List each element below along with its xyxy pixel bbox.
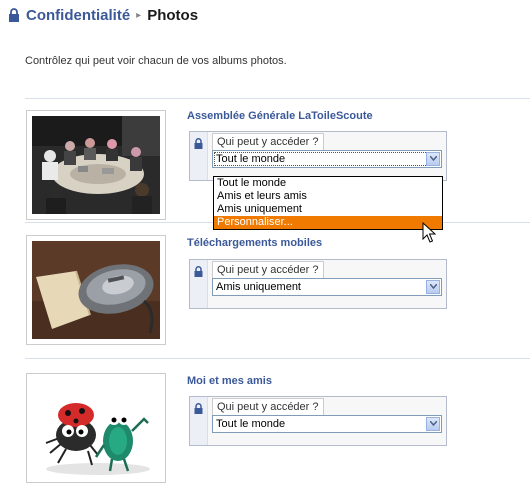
privacy-select[interactable]: Tout le monde [212,415,442,433]
privacy-setting: Qui peut y accéder ? Tout le monde [189,396,447,446]
breadcrumb-parent-link[interactable]: Confidentialité [26,7,130,24]
privacy-setting: Qui peut y accéder ? Amis uniquement [189,259,447,309]
privacy-label: Qui peut y accéder ? [212,398,324,416]
intro-text: Contrôlez qui peut voir chacun de vos al… [25,55,287,67]
mouse-pointer-icon [422,222,436,243]
lock-icon [194,403,203,414]
album-title[interactable]: Téléchargements mobiles [187,237,322,249]
dropdown-option[interactable]: Tout le monde [214,177,442,190]
dropdown-option-highlighted[interactable]: Personnaliser... [214,216,442,229]
album-thumbnail[interactable] [26,373,166,483]
album-thumbnail[interactable] [26,110,166,220]
privacy-select[interactable]: Tout le monde [212,150,442,168]
privacy-select-value: Tout le monde [216,153,286,165]
lock-icon [9,8,19,22]
chevron-down-icon[interactable] [426,152,440,166]
privacy-setting: Qui peut y accéder ? Tout le monde [189,131,447,181]
privacy-select-value: Amis uniquement [216,281,301,293]
album-title[interactable]: Assemblée Générale LaToileScoute [187,110,373,122]
breadcrumb-separator-icon: ▸ [136,9,142,21]
page-title: Photos [147,6,199,24]
privacy-dropdown-list[interactable]: Tout le monde Amis et leurs amis Amis un… [213,176,443,230]
privacy-lock-column [190,260,208,308]
breadcrumb: Confidentialité ▸ Photos [8,4,198,26]
divider [25,358,530,359]
chevron-down-icon[interactable] [426,280,440,294]
privacy-select[interactable]: Amis uniquement [212,278,442,296]
privacy-lock-column [190,397,208,445]
dropdown-option[interactable]: Amis et leurs amis [214,190,442,203]
bugs-cartoon [32,379,160,477]
privacy-lock-column [190,132,208,180]
album-title[interactable]: Moi et mes amis [187,375,272,387]
privacy-label: Qui peut y accéder ? [212,261,324,279]
lock-icon [194,266,203,277]
mouse-photo [32,241,160,339]
meeting-photo [32,116,160,214]
privacy-label: Qui peut y accéder ? [212,133,324,151]
chevron-down-icon[interactable] [426,417,440,431]
divider [25,98,530,99]
privacy-select-value: Tout le monde [216,418,286,430]
dropdown-option[interactable]: Amis uniquement [214,203,442,216]
lock-icon [194,138,203,149]
album-thumbnail[interactable] [26,235,166,345]
